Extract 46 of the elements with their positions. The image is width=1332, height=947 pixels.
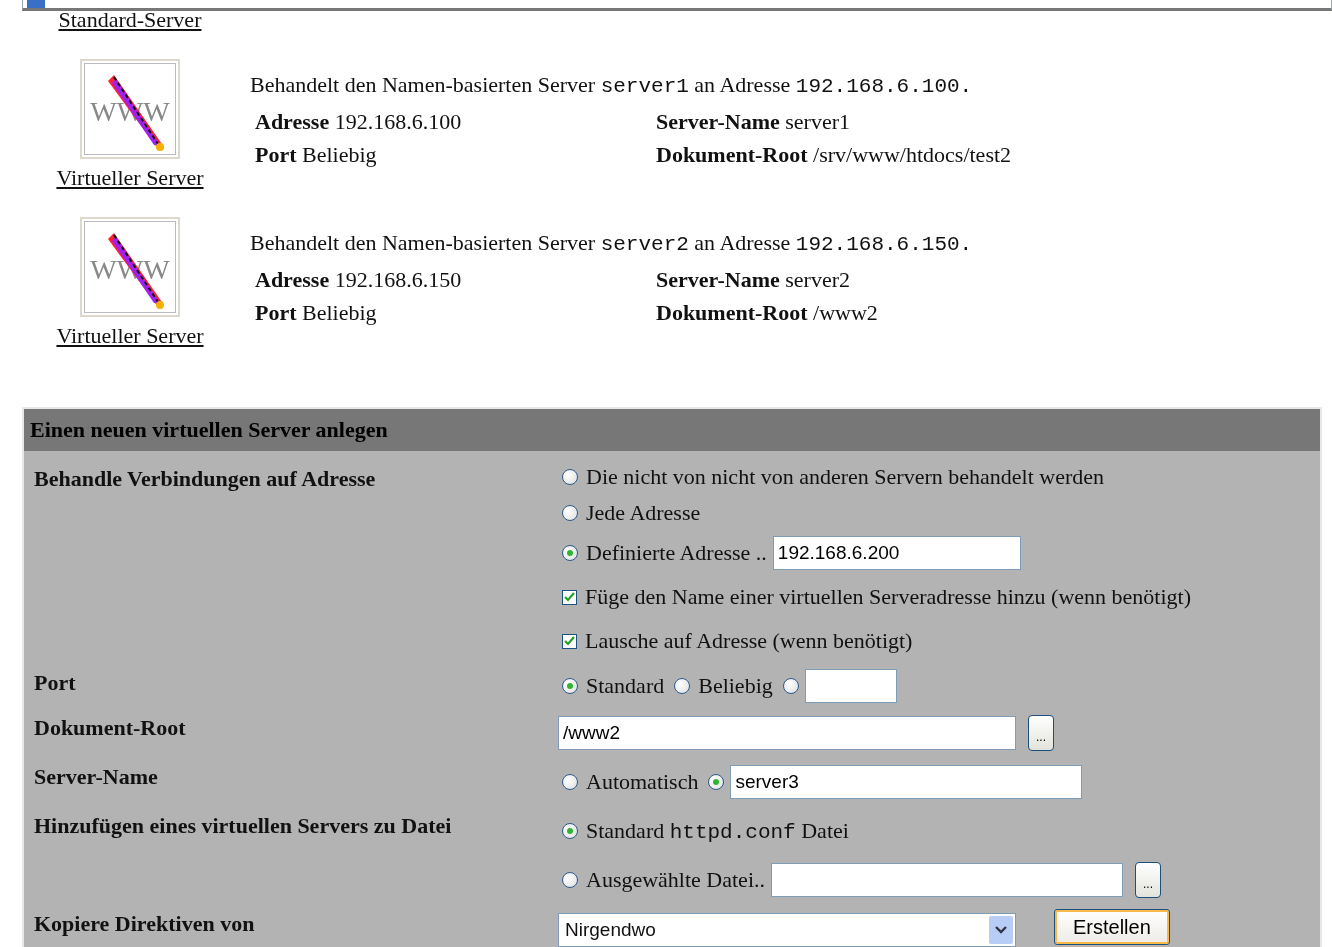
- address-bar[interactable]: [22, 0, 1332, 11]
- input-field[interactable]: server3: [730, 764, 1083, 799]
- radio-option[interactable]: Standard: [562, 672, 665, 699]
- field-text: Adresse 192.168.6.100: [255, 109, 462, 134]
- input-field[interactable]: 192.168.6.200: [772, 536, 1021, 570]
- row-label: Server-Name: [34, 763, 159, 791]
- checkbox-option[interactable]: Lausche auf Adresse (wenn benötigt): [562, 628, 913, 654]
- virtual-server-link[interactable]: Virtueller Server: [56, 323, 204, 349]
- input-field[interactable]: [771, 862, 1123, 897]
- page-icon: [27, 0, 45, 8]
- radio-option[interactable]: Definierte Adresse ..: [562, 540, 767, 566]
- radio-button[interactable]: [708, 773, 725, 790]
- field-text: Port Beliebig: [255, 142, 377, 167]
- browse-button[interactable]: ...: [1135, 861, 1161, 898]
- checkmark-icon: [564, 592, 575, 602]
- radio-option[interactable]: Standard httpd.conf Datei: [562, 817, 849, 844]
- checkbox-option[interactable]: Füge den Name einer virtuellen Serveradresse hinzu (wenn benötigt): [562, 584, 1191, 610]
- input-field[interactable]: /www2: [558, 715, 1016, 750]
- row-label: Port: [34, 669, 77, 697]
- row-label: Hinzufügen eines virtuellen Servers zu Datei: [34, 812, 453, 840]
- server-description: Behandelt den Namen-basierten Server server2 an Adresse 192.168.6.150.: [250, 229, 973, 258]
- row-label: Dokument-Root: [34, 714, 187, 742]
- form-title: Einen neuen virtuellen Server anlegen: [24, 409, 1320, 451]
- virtual-server-link[interactable]: Virtueller Server: [56, 165, 204, 191]
- radio-option[interactable]: Die nicht von nicht von anderen Servern behandelt werden: [562, 464, 1105, 490]
- chevron-down-icon: [989, 916, 1013, 944]
- field-text: Port Beliebig: [255, 300, 377, 325]
- radio-option[interactable]: Automatisch: [562, 768, 699, 795]
- row-label: Behandle Verbindungen auf Adresse: [34, 465, 377, 493]
- checkmark-icon: [564, 636, 575, 646]
- standard-server-link[interactable]: Standard-Server: [58, 7, 202, 33]
- server-description: Behandelt den Namen-basierten Server server1 an Adresse 192.168.6.100.: [250, 71, 974, 100]
- field-text: Dokument-Root /www2: [656, 300, 878, 325]
- create-button[interactable]: Erstellen: [1054, 909, 1170, 945]
- input-field[interactable]: [804, 668, 897, 703]
- field-text: Dokument-Root /srv/www/htdocs/test2: [656, 142, 1012, 167]
- row-label: Kopiere Direktiven von: [34, 910, 256, 938]
- dropdown-select[interactable]: Nirgendwo: [558, 913, 1016, 947]
- radio-option[interactable]: Beliebig: [674, 672, 773, 699]
- field-text: Adresse 192.168.6.150: [255, 267, 462, 292]
- radio-option[interactable]: Ausgewählte Datei..: [562, 866, 765, 893]
- browse-button[interactable]: ...: [1028, 714, 1054, 751]
- field-text: Server-Name server2: [656, 267, 851, 292]
- radio-button[interactable]: [782, 677, 799, 694]
- field-text: Server-Name server1: [656, 109, 851, 134]
- radio-option[interactable]: Jede Adresse: [562, 500, 701, 526]
